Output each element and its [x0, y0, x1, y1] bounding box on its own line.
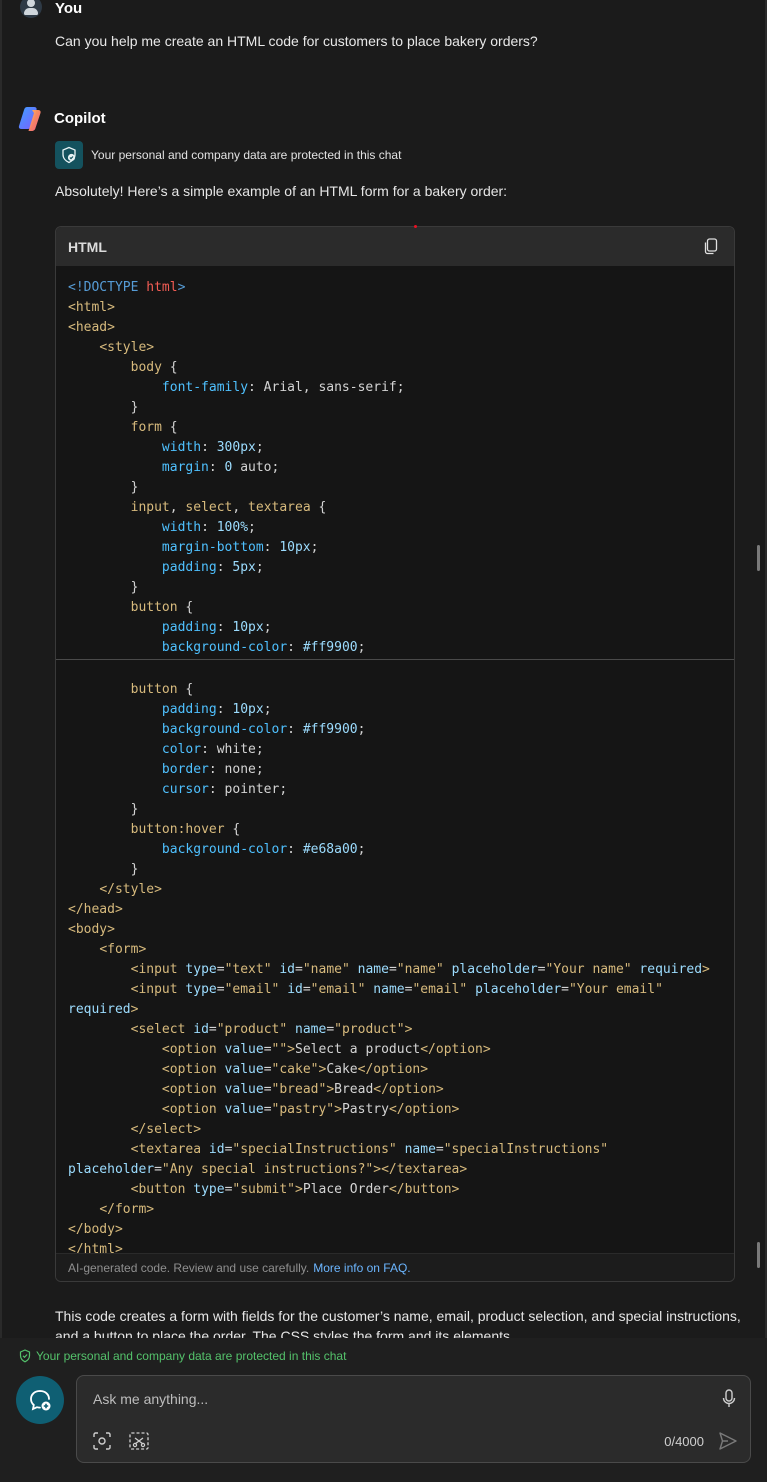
copilot-name: Copilot: [54, 109, 106, 127]
faq-link[interactable]: More info on FAQ.: [313, 1261, 410, 1275]
protection-notice-text: Your personal and company data are prote…: [91, 148, 402, 162]
copilot-message-header: Copilot: [18, 105, 106, 131]
user-message-header: You: [20, 0, 82, 22]
code-block: HTML <!DOCTYPE html> <html> <head> <styl…: [55, 226, 735, 1282]
scrollbar-thumb[interactable]: [757, 545, 760, 571]
shield-check-icon: [19, 1349, 31, 1363]
code-content[interactable]: <!DOCTYPE html> <html> <head> <style> bo…: [56, 266, 734, 1257]
copy-icon: [704, 238, 718, 255]
copilot-logo-icon: [18, 107, 41, 131]
character-counter: 0/4000: [664, 1434, 704, 1449]
code-text-part-1: <!DOCTYPE html> <html> <head> <style> bo…: [68, 280, 405, 655]
screenshot-icon[interactable]: [129, 1432, 149, 1450]
composer-protection-notice: Your personal and company data are prote…: [18, 1349, 346, 1363]
code-block-footer: AI-generated code. Review and use carefu…: [56, 1253, 734, 1281]
send-icon[interactable]: [718, 1431, 738, 1451]
microphone-button[interactable]: [720, 1388, 738, 1410]
copy-code-button[interactable]: [702, 238, 720, 256]
new-chat-button[interactable]: [16, 1376, 64, 1424]
chat-input-box: 0/4000: [76, 1375, 751, 1463]
user-name: You: [55, 0, 83, 17]
red-marker-dot: [414, 225, 417, 228]
composer-panel: Your personal and company data are prote…: [0, 1338, 767, 1482]
assistant-intro-text: Absolutely! Here’s a simple example of a…: [55, 183, 508, 199]
new-chat-icon: [30, 1390, 51, 1411]
code-language-label: HTML: [68, 238, 107, 255]
chat-input[interactable]: [91, 1390, 695, 1408]
code-block-header: HTML: [56, 227, 734, 266]
composer-protection-text: Your personal and company data are prote…: [36, 1349, 347, 1363]
code-disclaimer-text: AI-generated code. Review and use carefu…: [68, 1260, 310, 1275]
camera-scan-icon[interactable]: [93, 1432, 111, 1450]
shield-check-icon: [55, 141, 83, 169]
user-message-text: Can you help me create an HTML code for …: [55, 33, 538, 49]
code-text-part-2: button { padding: 10px; background-color…: [68, 682, 710, 1257]
microphone-icon: [722, 1389, 736, 1407]
protection-notice: Your personal and company data are prote…: [55, 141, 401, 169]
window-left-edge: [0, 0, 2, 1482]
user-avatar-icon: [20, 0, 42, 18]
screenshot-stitch-divider: [56, 659, 734, 660]
scrollbar-thumb-lower[interactable]: [757, 1242, 760, 1268]
assistant-followup-text: This code creates a form with fields for…: [55, 1308, 741, 1340]
